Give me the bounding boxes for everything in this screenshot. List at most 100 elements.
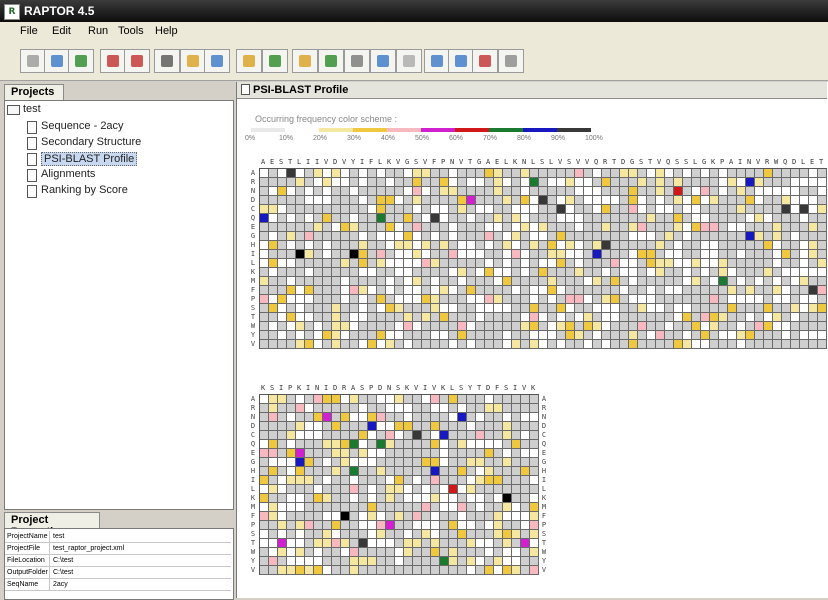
menu-tools[interactable]: Tools: [118, 25, 144, 37]
property-value[interactable]: C:\test: [53, 567, 73, 578]
tab-psi-blast-profile[interactable]: PSI-BLAST Profile: [237, 82, 827, 99]
profile-cell: [602, 241, 611, 250]
menu-edit[interactable]: Edit: [52, 25, 71, 37]
profile-cell: [818, 313, 827, 322]
profile-cell: [341, 331, 350, 340]
profile-cell: [359, 413, 368, 422]
pencil-button[interactable]: [204, 49, 230, 73]
profile-cell: [512, 340, 521, 349]
stop-button[interactable]: [396, 49, 422, 73]
profile-cell: [440, 449, 449, 458]
profile-cell: [539, 232, 548, 241]
tab-projects[interactable]: Projects: [4, 84, 64, 100]
profile-cell: [719, 268, 728, 277]
profile-cell: [620, 259, 629, 268]
profile-cell: [314, 494, 323, 503]
profile-cell: [449, 223, 458, 232]
runner-button[interactable]: [344, 49, 370, 73]
menu-file[interactable]: File: [20, 25, 38, 37]
property-value[interactable]: 2acy: [53, 579, 68, 590]
menu-run[interactable]: Run: [88, 25, 108, 37]
property-value[interactable]: test_raptor_project.xml: [53, 543, 124, 554]
profile-cell: [512, 250, 521, 259]
profile-cell: [341, 557, 350, 566]
cup-plus-button[interactable]: [292, 49, 318, 73]
sequence-residue: L: [693, 158, 698, 166]
profile-cell: [395, 331, 404, 340]
sequence-residue: T: [288, 158, 293, 166]
profile-cell: [620, 331, 629, 340]
profile-cell: [440, 566, 449, 575]
profile-cell: [467, 458, 476, 467]
profile-cell: [593, 214, 602, 223]
recycle-plus-button[interactable]: [318, 49, 344, 73]
database-button[interactable]: [424, 49, 450, 73]
profile-cell: [728, 187, 737, 196]
profile-cell: [359, 187, 368, 196]
profile-cell: [260, 539, 269, 548]
profile-cell: [728, 250, 737, 259]
profile-cell: [431, 557, 440, 566]
clipboard-button[interactable]: [498, 49, 524, 73]
profile-cell: [647, 286, 656, 295]
profile-cell: [377, 214, 386, 223]
clipboard-icon: [505, 55, 517, 67]
profile-cell: [485, 494, 494, 503]
profile-cell: [287, 503, 296, 512]
refresh-button[interactable]: [68, 49, 94, 73]
new-file-button[interactable]: [20, 49, 46, 73]
profile-cell: [548, 304, 557, 313]
profile-cell: [287, 304, 296, 313]
profile-cell: [287, 340, 296, 349]
profile-cell: [260, 205, 269, 214]
profile-cell: [341, 214, 350, 223]
profile-cell: [485, 566, 494, 575]
amino-acid-label: W: [541, 548, 547, 556]
profile-cell: [485, 313, 494, 322]
profile-cell: [602, 187, 611, 196]
profile-cell: [305, 395, 314, 404]
profile-cell: [629, 223, 638, 232]
disk-button[interactable]: [448, 49, 474, 73]
profile-cell: [269, 268, 278, 277]
save-button[interactable]: [100, 49, 126, 73]
search-button[interactable]: [154, 49, 180, 73]
profile-cell: [368, 404, 377, 413]
note-button[interactable]: [180, 49, 206, 73]
profile-cell: [512, 557, 521, 566]
profile-cell: [377, 196, 386, 205]
tab-project-properties[interactable]: Project Properties: [4, 512, 100, 538]
profile-cell: [746, 187, 755, 196]
profile-cell: [449, 259, 458, 268]
profile-cell: [746, 205, 755, 214]
profile-cell: [305, 539, 314, 548]
profile-cell: [422, 304, 431, 313]
runner-blue-button[interactable]: [370, 49, 396, 73]
profile-cell: [278, 178, 287, 187]
table-button[interactable]: [472, 49, 498, 73]
profile-cell: [332, 214, 341, 223]
profile-cell: [260, 178, 269, 187]
profile-cell: [413, 512, 422, 521]
property-value[interactable]: C:\test: [53, 555, 73, 566]
stack-button[interactable]: [124, 49, 150, 73]
sequence-residue: S: [396, 384, 401, 392]
profile-cell: [512, 395, 521, 404]
recycle-button[interactable]: [262, 49, 288, 73]
profile-cell: [557, 232, 566, 241]
profile-cell: [440, 304, 449, 313]
open-folder-button[interactable]: [44, 49, 70, 73]
cup-button[interactable]: [236, 49, 262, 73]
document-icon: [27, 169, 37, 182]
profile-cell: [359, 286, 368, 295]
profile-cell: [791, 313, 800, 322]
profile-cell: [278, 295, 287, 304]
property-value[interactable]: test: [53, 531, 64, 542]
profile-cell: [746, 223, 755, 232]
profile-cell: [530, 503, 539, 512]
profile-cell: [476, 196, 485, 205]
profile-cell: [458, 476, 467, 485]
menu-help[interactable]: Help: [155, 25, 178, 37]
profile-cell: [818, 250, 827, 259]
profile-cell: [395, 476, 404, 485]
